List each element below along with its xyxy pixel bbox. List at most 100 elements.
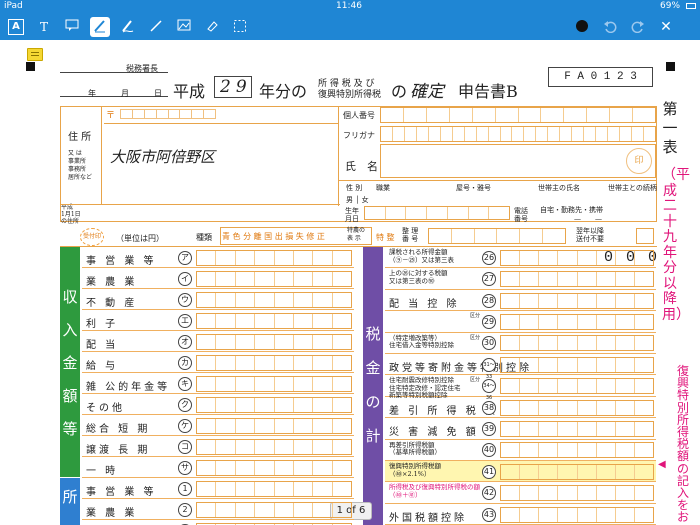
address-divider [104, 123, 338, 124]
tax-amount-field[interactable] [500, 292, 654, 309]
kakutei-handwriting: 確定 [410, 82, 444, 102]
side-note: 復興特別所得税額の記入をお [676, 364, 689, 525]
tax-row-marker: 42 [482, 486, 496, 501]
text-highlight-icon[interactable]: A [8, 19, 24, 35]
marker-tool-icon[interactable] [118, 17, 138, 37]
unit-label: （単位は円） [116, 234, 164, 243]
income-amount-field[interactable] [196, 375, 352, 392]
kubun-label: 区分 [470, 377, 481, 384]
address-label: 住 所 [68, 132, 92, 143]
income-row-label: その他 [86, 403, 125, 414]
shotoku-row-marker: 2 [178, 502, 192, 517]
text-tool-icon[interactable]: T [34, 17, 54, 37]
form-code: F A 0 1 2 3 [548, 67, 653, 87]
income-row-label: 利 子 [86, 319, 119, 330]
tokutei-label: 特 整 [376, 233, 395, 242]
note-annotation-icon[interactable] [27, 48, 43, 61]
income-amount-field[interactable] [196, 291, 352, 308]
shotoku-amount-field[interactable] [196, 480, 352, 497]
tax-amount-field[interactable] [500, 399, 654, 416]
head-name-label: 世帯主の氏名 [538, 184, 580, 192]
furigana-field[interactable] [380, 126, 656, 142]
divider [338, 106, 339, 206]
heisei-label: 平成 [173, 82, 206, 101]
eraser-icon[interactable] [202, 17, 222, 37]
tax-row-marker: 39 [482, 421, 496, 436]
arrow-left-icon: ◀ [658, 459, 666, 470]
tax-amount-field[interactable] [500, 442, 654, 459]
tax-amount-field[interactable] [500, 271, 654, 288]
tax-amount-field[interactable] [500, 335, 654, 352]
shinkokusho-label: 申告書B [458, 82, 518, 101]
comment-icon[interactable] [62, 17, 82, 37]
income-amount-field[interactable] [196, 396, 352, 413]
tax-row-marker: 26 [482, 250, 496, 265]
income-row-label: 業 農 業 [86, 277, 138, 288]
image-tool-icon[interactable] [174, 17, 194, 37]
jan1-address-field[interactable] [104, 206, 338, 220]
income-amount-field[interactable] [196, 249, 352, 266]
divider [338, 180, 657, 181]
birth-label: 生年 月日 [345, 207, 359, 223]
seal-mark: 印 [626, 148, 652, 174]
tax-row-marker: 43 [482, 507, 496, 522]
tax-row-marker: 41 [482, 464, 496, 479]
address-field[interactable] [104, 125, 336, 200]
seiri-number-field[interactable] [428, 228, 566, 244]
furigana-label: フリガナ [343, 131, 375, 140]
tax-amount-field[interactable] [500, 463, 654, 480]
shotoku-amount-field[interactable] [196, 501, 352, 518]
pen-tool-icon[interactable] [90, 17, 110, 37]
income-row-label: 配 当 [86, 340, 119, 351]
income-row-marker: ウ [178, 292, 192, 307]
sex-label: 性 別 [346, 184, 363, 192]
nenbun-label: 年分の [259, 82, 308, 101]
income-amount-field[interactable] [196, 438, 352, 455]
tax-row-marker: 27 [482, 272, 496, 287]
income-row-label: 総合 短 期 [86, 424, 151, 435]
income-amount-field[interactable] [196, 333, 352, 350]
mail-optout-checkbox[interactable] [636, 228, 654, 244]
income-row-marker: オ [178, 334, 192, 349]
income-amount-field[interactable] [196, 270, 352, 287]
income-row-marker: キ [178, 376, 192, 391]
name-field[interactable] [380, 144, 656, 178]
undo-icon[interactable] [600, 17, 620, 37]
mynumber-label: 個人番号 [343, 111, 375, 120]
shotoku-row-marker: 1 [178, 481, 192, 496]
income-amount-field[interactable] [196, 354, 352, 371]
color-picker-icon[interactable] [572, 17, 592, 37]
mynumber-field[interactable] [380, 107, 656, 123]
income-amount-field[interactable] [196, 417, 352, 434]
income-row-label: 不 動 産 [86, 298, 138, 309]
income-amount-field[interactable] [196, 459, 352, 476]
income-row-label: 雑 公的年金等 [86, 382, 171, 393]
tax-amount-field[interactable] [500, 313, 654, 330]
tax-amount-field[interactable] [500, 356, 654, 373]
tax-amount-field[interactable] [500, 378, 654, 395]
no-label: の [391, 82, 408, 101]
selection-tool-icon[interactable] [230, 17, 250, 37]
income-amount-field[interactable] [196, 312, 352, 329]
tax-amount-field[interactable] [500, 420, 654, 437]
redo-icon[interactable] [628, 17, 648, 37]
income-row-label: 一 時 [86, 466, 119, 477]
kubun-label: 区分 [470, 334, 481, 341]
tax-amount-field[interactable] [500, 506, 654, 523]
shotoku-row-label: 業 農 業 [86, 508, 138, 519]
close-icon[interactable]: ✕ [656, 17, 676, 37]
tax-amount-field[interactable] [500, 485, 654, 502]
income-row-label: 事 営 業 等 [86, 256, 157, 267]
tax-amount-field[interactable] [500, 249, 654, 266]
income-row-marker: カ [178, 355, 192, 370]
sex-options[interactable]: 男 │ 女 [346, 195, 369, 205]
tax-title-line2: 復興特別所得税 [318, 90, 382, 100]
income-row-marker: イ [178, 271, 192, 286]
side-year: （平成二十九年分以降用） [662, 167, 690, 323]
line-tool-icon[interactable] [146, 17, 166, 37]
income-row-label: 譲渡 長 期 [86, 445, 151, 456]
postal-code-field[interactable] [120, 109, 216, 119]
address-alt-label: 又 は 事業所 事務所 居所など [68, 150, 93, 181]
kubun-label: 区分 [470, 313, 481, 320]
birthdate-field[interactable] [364, 206, 510, 220]
